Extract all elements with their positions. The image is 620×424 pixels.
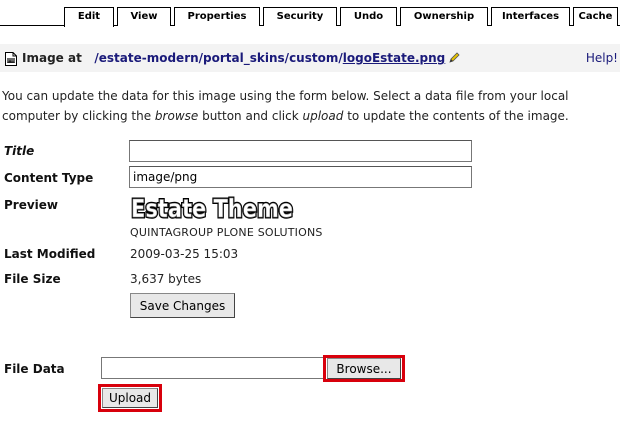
content-type-input[interactable] (129, 166, 472, 188)
tab-properties[interactable]: Properties (174, 7, 260, 26)
breadcrumb-custom[interactable]: custom (289, 51, 338, 65)
preview-caption: QUINTAGROUP PLONE SOLUTIONS (130, 226, 323, 239)
last-modified-value: 2009-03-25 15:03 (130, 247, 239, 261)
tab-edit[interactable]: Edit (64, 7, 114, 27)
title-label: Title (4, 144, 35, 158)
file-data-label: File Data (4, 362, 65, 376)
title-input[interactable] (129, 140, 472, 162)
last-modified-label: Last Modified (4, 247, 96, 261)
svg-text:Estate Theme: Estate Theme (131, 194, 293, 222)
tab-bar: Edit View Properties Security Undo Owner… (0, 0, 620, 27)
intro-text: You can update the data for this image u… (2, 89, 569, 123)
file-size-label: File Size (4, 272, 61, 286)
object-header: Image at /estate-modern/portal_skins/cus… (0, 44, 620, 72)
preview-logo-image: Estate Theme Estate Theme (130, 194, 295, 222)
file-size-value: 3,637 bytes (130, 272, 202, 286)
image-file-icon (5, 52, 17, 66)
save-changes-button[interactable]: Save Changes (130, 293, 235, 318)
preview-label: Preview (4, 198, 59, 212)
breadcrumb: Image at /estate-modern/portal_skins/cus… (22, 50, 460, 66)
tab-interfaces[interactable]: Interfaces (491, 7, 570, 26)
breadcrumb-current-file[interactable]: logoEstate.png (343, 51, 446, 65)
file-path-input[interactable] (101, 357, 324, 379)
help-link[interactable]: Help! (586, 51, 618, 65)
tab-security[interactable]: Security (263, 7, 337, 26)
tab-cache[interactable]: Cache (573, 7, 618, 26)
upload-button[interactable]: Upload (102, 388, 158, 408)
header-prefix: Image at (22, 51, 82, 65)
tab-undo[interactable]: Undo (340, 7, 397, 26)
pencil-icon[interactable] (448, 52, 460, 64)
content-type-label: Content Type (4, 171, 94, 185)
breadcrumb-root[interactable]: /estate-modern (94, 51, 198, 65)
tab-ownership[interactable]: Ownership (400, 7, 488, 26)
breadcrumb-portal-skins[interactable]: portal_skins (203, 51, 285, 65)
tab-view[interactable]: View (117, 7, 171, 26)
browse-button[interactable]: Browse... (327, 358, 401, 379)
